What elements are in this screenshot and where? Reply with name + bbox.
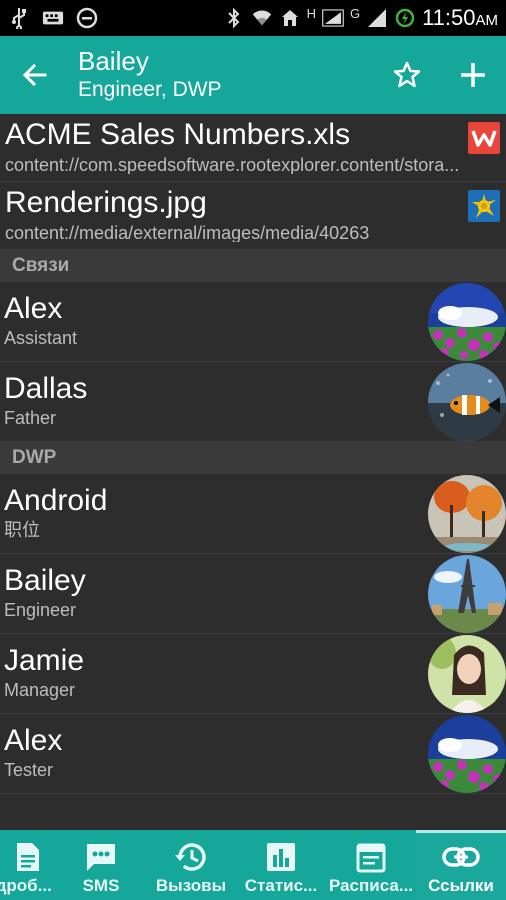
contact-item[interactable]: Bailey Engineer <box>0 554 506 634</box>
file-path: content://media/external/images/media/40… <box>5 224 370 242</box>
image-thumbnail-icon <box>468 190 500 222</box>
file-item[interactable]: Renderings.jpg content://media/external/… <box>0 182 506 250</box>
file-name: Renderings.jpg <box>5 186 207 219</box>
calendar-icon <box>355 838 387 876</box>
tab-details[interactable]: ɔдроб... <box>0 830 56 900</box>
favorite-button[interactable] <box>374 36 440 114</box>
status-bar: H G 11:50AM <box>0 0 506 36</box>
signal-icon <box>322 7 344 29</box>
eiffel-tower-avatar[interactable] <box>428 555 506 633</box>
links-list: ACME Sales Numbers.xls content://com.spe… <box>0 114 506 830</box>
file-item[interactable]: ACME Sales Numbers.xls content://com.spe… <box>0 114 506 182</box>
wps-office-icon <box>468 122 500 154</box>
tab-calls[interactable]: Вызовы <box>146 830 236 900</box>
plus-icon <box>461 63 485 87</box>
contact-item[interactable]: Jamie Manager <box>0 634 506 714</box>
signal-icon-2 <box>366 7 388 29</box>
chat-icon <box>84 838 118 876</box>
contact-item[interactable]: Alex Assistant <box>0 282 506 362</box>
autumn-trees-avatar[interactable] <box>428 475 506 553</box>
contact-item[interactable]: Alex Tester <box>0 714 506 794</box>
contact-subtitle: Engineer, DWP <box>78 78 222 101</box>
document-icon <box>15 838 41 876</box>
link-icon <box>441 838 481 876</box>
add-button[interactable] <box>440 36 506 114</box>
tab-sms[interactable]: SMS <box>56 830 146 900</box>
star-outline-icon <box>393 61 421 88</box>
bar-chart-icon <box>265 838 297 876</box>
keyboard-icon <box>42 7 64 29</box>
clock: 11:50AM <box>422 5 498 30</box>
tab-schedule[interactable]: Расписа... <box>326 830 416 900</box>
bottom-navigation: ɔдроб... SMS Вызовы Статис... Расписа...… <box>0 830 506 900</box>
section-header: Связи <box>0 250 506 282</box>
flowers-avatar[interactable] <box>428 283 506 361</box>
contact-title: Bailey <box>78 46 149 76</box>
fish-avatar[interactable] <box>428 363 506 441</box>
battery-icon <box>394 7 416 29</box>
contact-item[interactable]: Android 职位 <box>0 474 506 554</box>
tab-statistics[interactable]: Статис... <box>236 830 326 900</box>
arrow-back-icon <box>22 63 47 87</box>
network-type-h: H <box>306 5 316 21</box>
network-type-g: G <box>349 5 361 21</box>
history-icon <box>174 838 208 876</box>
usb-icon <box>8 7 30 29</box>
portrait-avatar[interactable] <box>428 635 506 713</box>
tab-links[interactable]: Ссылки <box>416 830 506 900</box>
do-not-disturb-icon <box>76 7 98 29</box>
back-button[interactable] <box>0 36 70 114</box>
file-name: ACME Sales Numbers.xls <box>5 118 351 151</box>
contact-item[interactable]: Dallas Father <box>0 362 506 442</box>
bluetooth-icon <box>223 7 245 29</box>
section-header: DWP <box>0 442 506 474</box>
flowers-avatar[interactable] <box>428 715 506 793</box>
home-icon <box>279 7 301 29</box>
file-path: content://com.speedsoftware.rootexplorer… <box>5 156 460 174</box>
app-bar: Bailey Engineer, DWP <box>0 36 506 114</box>
wifi-icon <box>251 7 273 29</box>
